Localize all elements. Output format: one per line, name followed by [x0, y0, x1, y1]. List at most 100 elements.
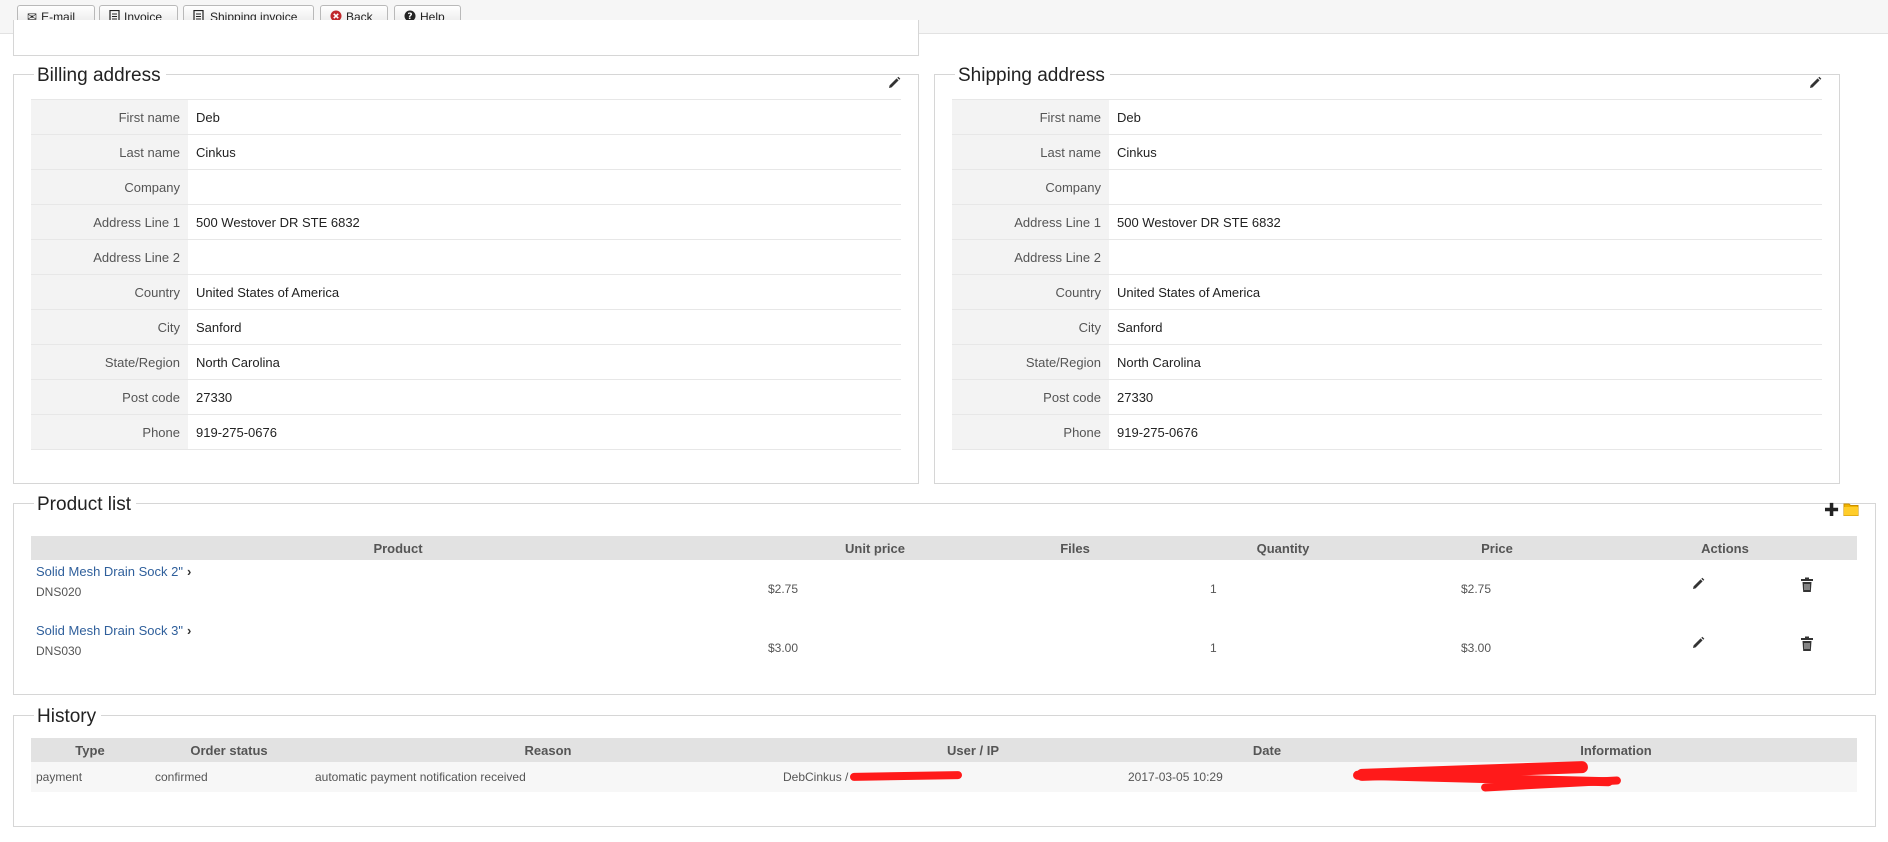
col-header-user-ip: User / IP: [787, 738, 1159, 762]
address-row: Post code 27330: [952, 379, 1822, 415]
shipping-address-fieldset: Shipping address First name Deb Last name C…: [934, 65, 1840, 484]
address-field-label: City: [952, 309, 1109, 345]
pencil-icon[interactable]: [886, 75, 902, 91]
address-row: State/Region North Carolina: [952, 344, 1822, 380]
history-table: Type Order status Reason User / IP Date …: [31, 738, 1857, 762]
address-field-value: 27330: [188, 379, 901, 415]
address-field-value: United States of America: [188, 274, 901, 310]
quantity: 1: [1210, 582, 1217, 596]
address-row: Country United States of America: [952, 274, 1822, 310]
history-type: payment: [36, 770, 83, 784]
address-row: Company: [952, 169, 1822, 205]
address-row: Address Line 2: [31, 239, 901, 275]
address-row: Company: [31, 169, 901, 205]
billing-address-title: Billing address: [34, 65, 166, 87]
address-field-value: Deb: [1109, 99, 1822, 135]
redaction-mark: [849, 771, 963, 781]
address-field-value: United States of America: [1109, 274, 1822, 310]
address-field-value: [188, 239, 901, 275]
trash-icon[interactable]: [1800, 577, 1814, 593]
col-header-quantity: Quantity: [1165, 536, 1401, 560]
col-header-product: Product: [31, 536, 765, 560]
product-list-fieldset: Product list ✚ Product Unit price Files …: [13, 494, 1876, 695]
history-status: confirmed: [155, 770, 208, 784]
folder-icon[interactable]: [1843, 502, 1859, 517]
chevron-right-icon[interactable]: ›: [187, 564, 191, 579]
address-field-label: Post code: [952, 379, 1109, 415]
address-field-label: Address Line 1: [31, 204, 188, 240]
col-header-date: Date: [1159, 738, 1375, 762]
address-field-value: Cinkus: [1109, 134, 1822, 170]
address-row: Address Line 2: [952, 239, 1822, 275]
product-list-title: Product list: [34, 494, 136, 516]
address-row: Country United States of America: [31, 274, 901, 310]
history-date: 2017-03-05 10:29: [1128, 770, 1223, 784]
pencil-icon[interactable]: [1690, 635, 1706, 651]
address-field-label: State/Region: [952, 344, 1109, 380]
quantity: 1: [1210, 641, 1217, 655]
address-field-value: Deb: [188, 99, 901, 135]
col-header-reason: Reason: [309, 738, 787, 762]
address-field-label: Company: [31, 169, 188, 205]
product-code: DNS020: [36, 585, 82, 599]
address-field-label: Last name: [31, 134, 188, 170]
price: $3.00: [1461, 641, 1492, 655]
history-reason: automatic payment notification received: [315, 770, 526, 784]
address-row: State/Region North Carolina: [31, 344, 901, 380]
address-row: Phone 919-275-0676: [952, 414, 1822, 450]
address-field-value: 919-275-0676: [1109, 414, 1822, 450]
pencil-icon[interactable]: [1807, 75, 1823, 91]
address-field-value: [1109, 169, 1822, 205]
history-fieldset: History Type Order status Reason User / …: [13, 706, 1876, 827]
shipping-address-table: First name Deb Last name Cinkus Company Addre…: [952, 99, 1822, 450]
address-field-value: Sanford: [1109, 309, 1822, 345]
product-link[interactable]: Solid Mesh Drain Sock 2": [36, 564, 183, 579]
pencil-icon[interactable]: [1690, 576, 1706, 592]
address-field-label: Address Line 2: [952, 239, 1109, 275]
billing-address-table: First name Deb Last name Cinkus Company Addre…: [31, 99, 901, 450]
address-row: City Sanford: [952, 309, 1822, 345]
address-row: Address Line 1 500 Westover DR STE 6832: [952, 204, 1822, 240]
add-product-icon[interactable]: ✚: [1824, 501, 1839, 519]
price: $2.75: [1461, 582, 1492, 596]
address-field-label: Post code: [31, 379, 188, 415]
address-field-label: State/Region: [31, 344, 188, 380]
col-header-price: Price: [1401, 536, 1593, 560]
address-field-label: First name: [952, 99, 1109, 135]
address-row: Last name Cinkus: [31, 134, 901, 170]
table-row: payment confirmed automatic payment noti…: [31, 760, 1857, 792]
unit-price: $2.75: [768, 582, 799, 596]
address-field-label: Address Line 1: [952, 204, 1109, 240]
address-field-value: 919-275-0676: [188, 414, 901, 450]
address-row: Post code 27330: [31, 379, 901, 415]
order-info-fieldset: [13, 20, 919, 56]
address-field-label: Country: [952, 274, 1109, 310]
col-header-type: Type: [31, 738, 149, 762]
address-row: Last name Cinkus: [952, 134, 1822, 170]
address-row: Address Line 1 500 Westover DR STE 6832: [31, 204, 901, 240]
col-header-order-status: Order status: [149, 738, 309, 762]
address-field-label: Country: [31, 274, 188, 310]
address-field-label: Phone: [31, 414, 188, 450]
billing-address-fieldset: Billing address First name Deb Last name Ci…: [13, 65, 919, 484]
address-field-value: [1109, 239, 1822, 275]
address-field-label: First name: [31, 99, 188, 135]
chevron-right-icon[interactable]: ›: [187, 623, 191, 638]
address-field-value: Cinkus: [188, 134, 901, 170]
address-field-label: Company: [952, 169, 1109, 205]
product-code: DNS030: [36, 644, 82, 658]
col-header-files: Files: [985, 536, 1165, 560]
address-field-label: City: [31, 309, 188, 345]
shipping-address-title: Shipping address: [955, 65, 1110, 87]
address-row: First name Deb: [31, 99, 901, 135]
address-field-value: North Carolina: [188, 344, 901, 380]
col-header-actions: Actions: [1593, 536, 1857, 560]
history-title: History: [34, 706, 102, 728]
trash-icon[interactable]: [1800, 636, 1814, 652]
address-field-value: [188, 169, 901, 205]
address-field-value: 500 Westover DR STE 6832: [1109, 204, 1822, 240]
address-field-label: Phone: [952, 414, 1109, 450]
address-field-value: 27330: [1109, 379, 1822, 415]
product-link[interactable]: Solid Mesh Drain Sock 3": [36, 623, 183, 638]
address-row: City Sanford: [31, 309, 901, 345]
